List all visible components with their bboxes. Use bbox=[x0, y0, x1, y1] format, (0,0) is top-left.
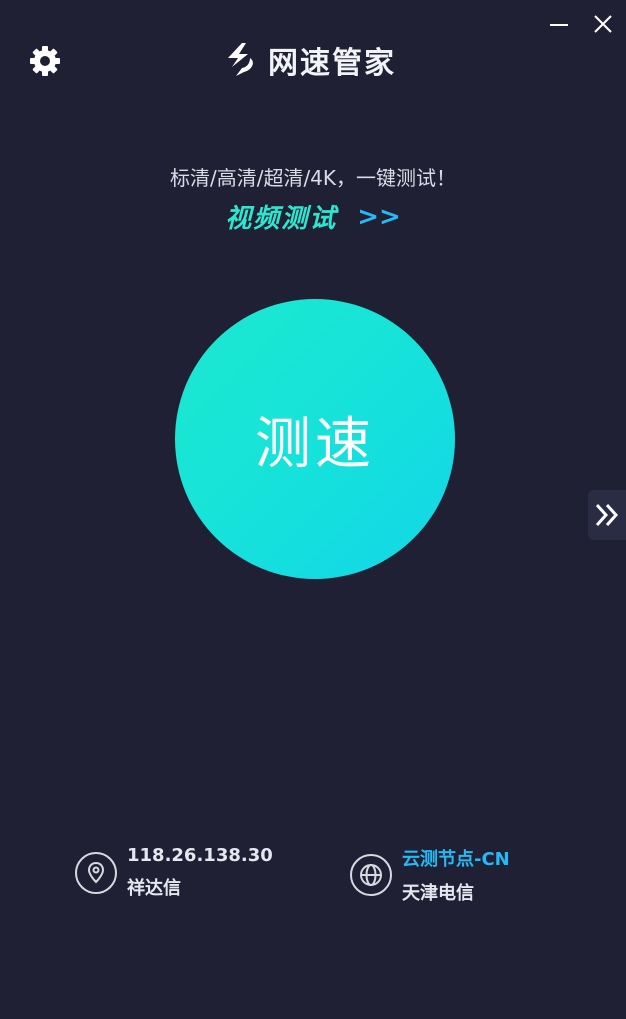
promo-text: 标清/高清/超清/4K，一键测试！ bbox=[169, 166, 457, 190]
ip-address: 118.26.138.30 bbox=[127, 845, 273, 866]
double-chevron-right-icon bbox=[595, 503, 619, 527]
side-expand-tab[interactable] bbox=[588, 490, 626, 540]
speed-manager-window: 网速管家 标清/高清/超清/4K，一键测试！ 视频测试 >> 测速 118.26… bbox=[0, 0, 626, 1019]
globe-icon bbox=[350, 854, 392, 896]
close-icon bbox=[594, 15, 612, 33]
node-info-text: 云测节点-CN 天津电信 bbox=[402, 845, 510, 905]
video-test-link[interactable]: 视频测试 >> bbox=[0, 198, 626, 235]
minimize-button[interactable] bbox=[542, 10, 576, 38]
ip-info: 118.26.138.30 祥达信 bbox=[75, 845, 273, 900]
settings-button[interactable] bbox=[28, 44, 62, 78]
location-pin-icon bbox=[75, 851, 117, 894]
gear-icon bbox=[30, 46, 60, 76]
node-select-link[interactable]: 云测节点-CN bbox=[402, 845, 510, 871]
speed-test-label: 测速 bbox=[255, 411, 375, 477]
close-button[interactable] bbox=[586, 10, 620, 38]
node-info: 云测节点-CN 天津电信 bbox=[350, 845, 510, 905]
isp-name: 祥达信 bbox=[127, 878, 181, 899]
ip-info-text: 118.26.138.30 祥达信 bbox=[127, 845, 273, 900]
minimize-icon bbox=[550, 24, 568, 26]
window-controls bbox=[542, 10, 620, 38]
app-name: 网速管家 bbox=[268, 46, 396, 81]
brand-logo-icon bbox=[228, 43, 253, 76]
speed-test-button[interactable]: 测速 bbox=[175, 299, 455, 579]
app-brand: 网速管家 bbox=[220, 38, 396, 82]
node-carrier: 天津电信 bbox=[402, 883, 474, 904]
video-test-arrow: >> bbox=[357, 201, 401, 232]
video-test-label: 视频测试 bbox=[225, 204, 338, 234]
